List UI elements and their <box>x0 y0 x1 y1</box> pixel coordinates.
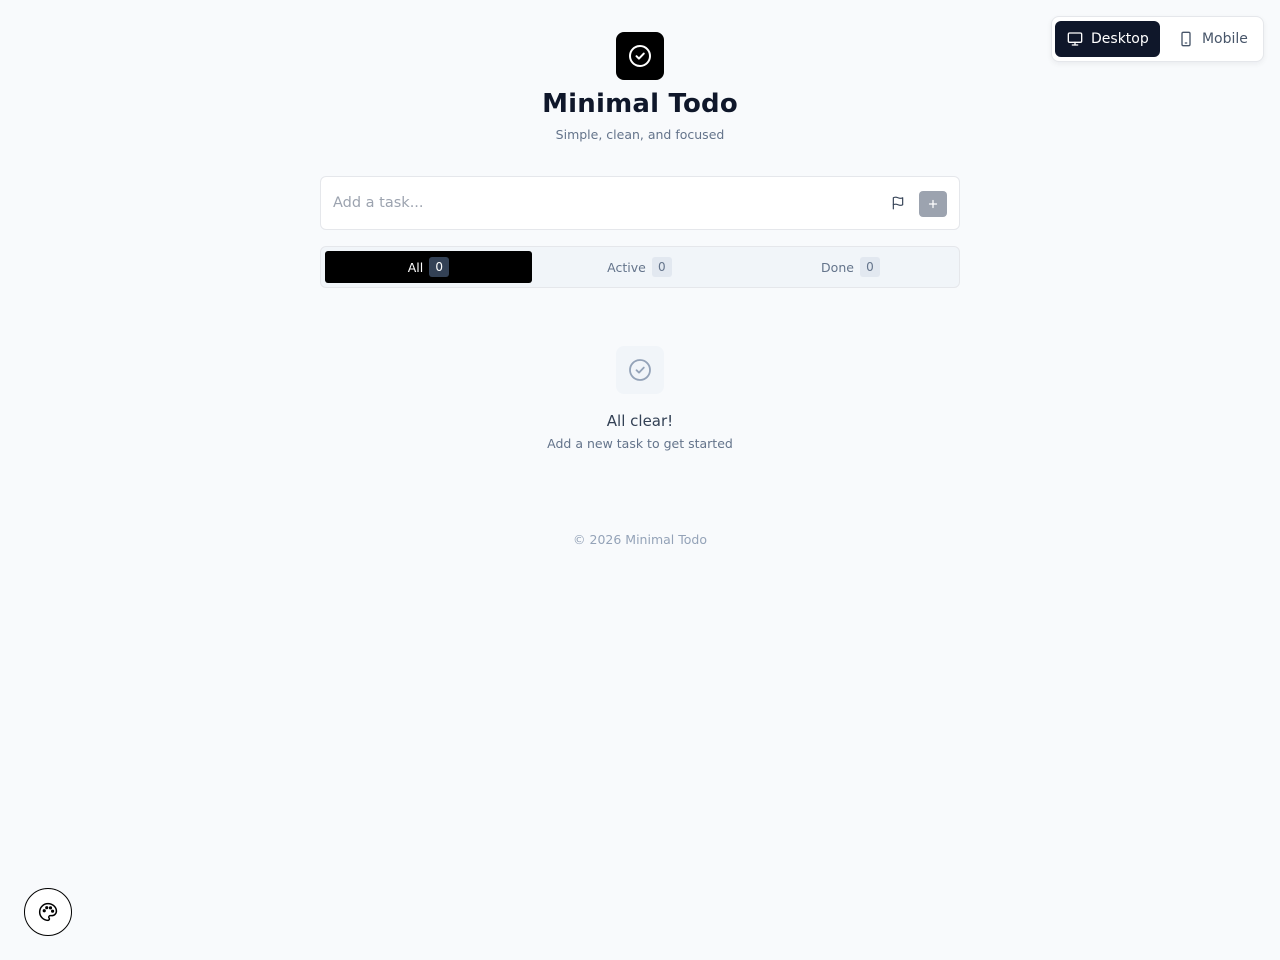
page-title: Minimal Todo <box>542 89 738 119</box>
tab-all-label: All <box>407 259 424 275</box>
tab-done-count: 0 <box>859 257 880 277</box>
tab-active-label: Active <box>607 259 646 275</box>
tab-done-label: Done <box>821 259 854 275</box>
empty-state-subtitle: Add a new task to get started <box>547 436 733 451</box>
palette-icon <box>38 902 58 922</box>
theme-button[interactable] <box>24 888 72 936</box>
flag-icon <box>892 196 904 210</box>
task-input[interactable] <box>333 177 873 229</box>
mobile-view-label: Mobile <box>1201 31 1248 47</box>
tab-all-count: 0 <box>429 257 450 277</box>
plus-icon <box>928 199 938 209</box>
check-circle-icon <box>629 359 651 381</box>
footer-copyright: © 2026 Minimal Todo <box>573 532 707 547</box>
task-input-container <box>320 176 960 230</box>
empty-state-title: All clear! <box>606 412 674 430</box>
tab-active-count: 0 <box>651 257 672 277</box>
desktop-view-label: Desktop <box>1091 31 1149 47</box>
check-circle-icon <box>629 45 651 67</box>
desktop-view-button[interactable]: Desktop <box>1055 21 1160 57</box>
filter-tabs: All 0 Active 0 Done 0 <box>320 246 960 288</box>
monitor-icon <box>1067 32 1083 46</box>
todo-app: Desktop Mobile Minimal Todo Simple, clea… <box>0 0 1280 960</box>
page-subtitle: Simple, clean, and focused <box>555 127 725 142</box>
add-task-button[interactable] <box>919 191 947 217</box>
tab-active[interactable]: Active 0 <box>536 251 743 283</box>
empty-state-icon-box <box>616 346 664 394</box>
view-toggle: Desktop Mobile <box>1051 16 1264 62</box>
mobile-view-button[interactable]: Mobile <box>1166 21 1260 57</box>
tab-done[interactable]: Done 0 <box>747 251 954 283</box>
tab-all[interactable]: All 0 <box>325 251 532 283</box>
priority-button[interactable] <box>888 193 908 213</box>
smartphone-icon <box>1181 31 1191 47</box>
app-logo <box>616 32 664 80</box>
